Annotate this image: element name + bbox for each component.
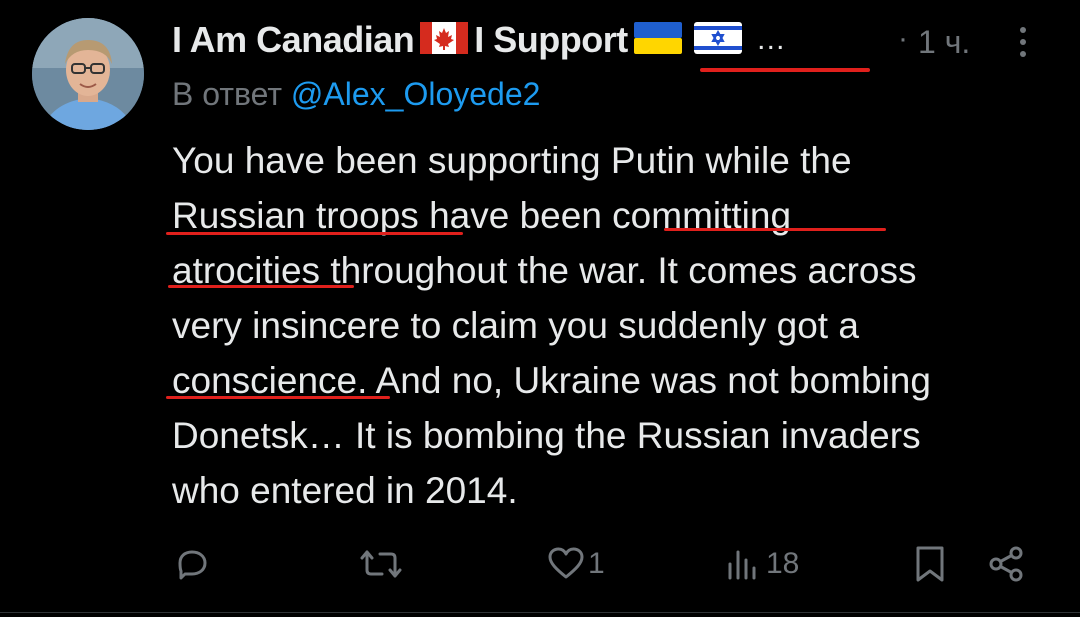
bookmark-icon (916, 546, 944, 582)
reply-context: В ответ @Alex_Oloyede2 (172, 76, 540, 113)
share-button[interactable] (986, 536, 1026, 592)
tweet[interactable]: I Am Canadian I Support … · 1 ч. В ответ… (0, 0, 1080, 617)
annotation-underline (166, 396, 390, 399)
tweet-line: atrocities throughout the war. It comes … (172, 250, 917, 291)
annotation-underline (700, 68, 870, 72)
views-button[interactable]: 18 (724, 536, 799, 592)
annotation-underline (168, 285, 354, 288)
annotation-underline (166, 232, 463, 235)
more-options-icon[interactable] (1008, 22, 1038, 62)
avatar-photo-icon (32, 18, 144, 130)
separator-dot: · (898, 22, 908, 55)
tweet-line: who entered in 2014. (172, 470, 518, 511)
views-count: 18 (766, 547, 800, 580)
tweet-line: You have been supporting Putin while the (172, 140, 852, 181)
retweet-button[interactable] (358, 536, 406, 592)
display-name-part1[interactable]: I Am Canadian (172, 19, 415, 61)
divider (0, 612, 1080, 613)
bookmark-button[interactable] (912, 536, 948, 592)
avatar[interactable] (32, 18, 144, 130)
display-name-part2[interactable]: I Support (474, 19, 628, 61)
tweet-text: You have been supporting Putin while the… (172, 133, 1052, 518)
annotation-underline (664, 228, 886, 231)
heart-icon (548, 547, 584, 579)
reply-icon (178, 550, 207, 580)
tweet-line: very insincere to claim you suddenly got… (172, 305, 859, 346)
author-header: I Am Canadian I Support … (172, 14, 786, 66)
israel-flag-icon (693, 21, 742, 59)
action-bar: 1 18 (0, 536, 1080, 592)
like-button[interactable]: 1 (546, 536, 605, 592)
timestamp[interactable]: 1 ч. (918, 24, 970, 61)
canada-flag-icon (420, 21, 469, 59)
name-ellipsis: … (755, 23, 786, 56)
views-chart-icon (728, 550, 756, 580)
share-icon (989, 546, 1023, 582)
tweet-line: conscience. And no, Ukraine was not bomb… (172, 360, 931, 401)
retweet-icon (360, 550, 402, 578)
ukraine-flag-icon (633, 21, 682, 59)
like-count: 1 (588, 547, 605, 580)
reply-handle-link[interactable]: @Alex_Oloyede2 (291, 76, 541, 112)
reply-button[interactable] (172, 536, 214, 592)
reply-prefix: В ответ (172, 76, 283, 112)
tweet-line: Donetsk… It is bombing the Russian invad… (172, 415, 921, 456)
